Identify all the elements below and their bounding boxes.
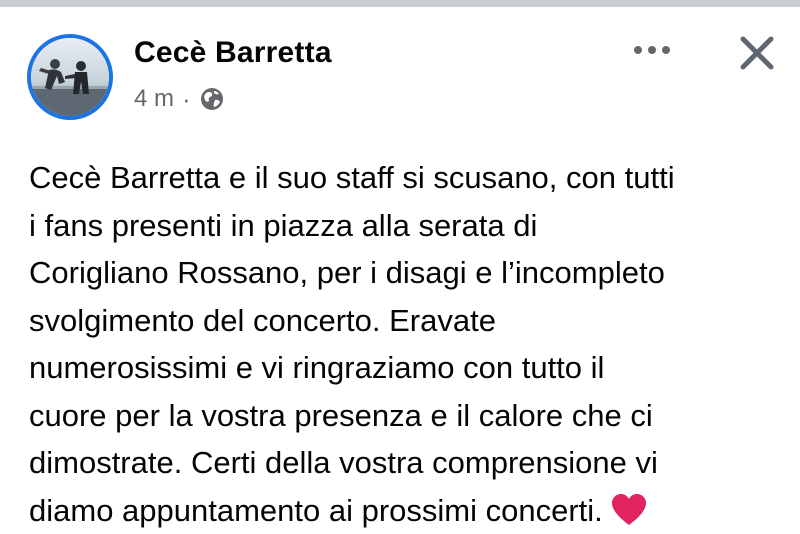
more-dot (648, 46, 656, 54)
post-line: dimostrate. Certi della vostra comprensi… (29, 439, 789, 487)
more-horizontal-icon (634, 46, 642, 54)
post-line: numerosissimi e vi ringraziamo con tutto… (29, 344, 789, 392)
top-divider (0, 0, 800, 7)
meta-separator: · (182, 86, 191, 112)
avatar-photo (31, 38, 109, 116)
more-options-button[interactable] (624, 30, 680, 70)
globe-icon[interactable] (199, 86, 225, 112)
post-line: Cecè Barretta e il suo staff si scusano,… (29, 154, 789, 202)
post-meta: 4 m · (134, 84, 225, 114)
close-button[interactable] (732, 30, 782, 76)
more-dot (662, 46, 670, 54)
avatar[interactable] (27, 34, 113, 120)
post-line: Corigliano Rossano, per i disagi e l’inc… (29, 249, 789, 297)
post-line: diamo appuntamento ai prossimi concerti. (29, 493, 603, 528)
close-icon (737, 33, 777, 73)
author-name[interactable]: Cecè Barretta (134, 36, 332, 70)
heart-emoji (611, 493, 647, 527)
post-line-last: diamo appuntamento ai prossimi concerti. (29, 487, 789, 534)
post-line: svolgimento del concerto. Eravate (29, 297, 789, 345)
post-timestamp[interactable]: 4 m (134, 85, 174, 113)
post-line: i fans presenti in piazza alla serata di (29, 202, 789, 250)
post-line: cuore per la vostra presenza e il calore… (29, 392, 789, 440)
post-body: Cecè Barretta e il suo staff si scusano,… (29, 154, 789, 534)
